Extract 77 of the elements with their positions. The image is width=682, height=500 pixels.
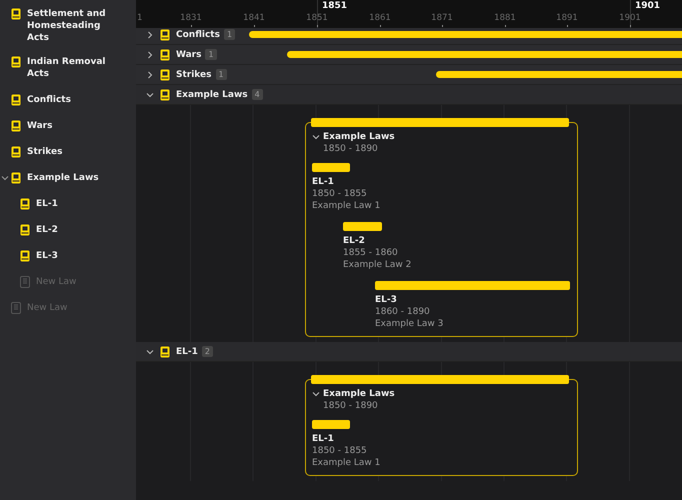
tick-label: 1831 xyxy=(180,13,202,23)
group-row[interactable]: Strikes 1 xyxy=(136,65,682,85)
count-badge: 1 xyxy=(224,29,236,40)
sidebar-item[interactable]: Example Laws xyxy=(0,172,136,198)
timeline-bar[interactable] xyxy=(287,51,682,58)
timeline-bar[interactable] xyxy=(311,118,569,127)
group-row[interactable]: Wars 1 xyxy=(136,45,682,65)
group-row[interactable]: EL-1 2 xyxy=(136,342,682,362)
timeline-bar[interactable] xyxy=(436,71,682,78)
sidebar-item[interactable]: Indian Removal Acts xyxy=(0,56,136,94)
event-title: EL-1 xyxy=(312,433,334,445)
event-description: Example Law 3 xyxy=(375,318,444,330)
sidebar-item[interactable]: Conflicts xyxy=(0,94,136,120)
tick-label: 1881 xyxy=(494,13,516,23)
book-icon xyxy=(160,48,170,60)
date-range: 1850 - 1890 xyxy=(323,143,379,155)
count-badge: 1 xyxy=(216,69,227,80)
timeline-bar[interactable] xyxy=(375,281,570,290)
chevron-down-icon[interactable] xyxy=(312,133,320,141)
sidebar-item[interactable]: EL-3 xyxy=(0,250,136,276)
sidebar-item[interactable]: EL-2 xyxy=(0,224,136,250)
major-tick-label: 1851 xyxy=(322,1,348,11)
event-title: EL-2 xyxy=(343,235,365,247)
tick-label: 1841 xyxy=(243,13,265,23)
card-title: Example Laws xyxy=(323,131,395,143)
book-icon xyxy=(11,8,21,20)
book-icon xyxy=(160,88,170,100)
card-title: Example Laws xyxy=(323,388,395,400)
book-icon xyxy=(11,302,21,314)
book-icon xyxy=(160,28,170,40)
book-icon xyxy=(160,68,170,80)
date-range: 1855 - 1860 xyxy=(343,247,398,259)
event-title: EL-1 xyxy=(312,176,334,188)
book-icon xyxy=(11,120,21,132)
group-label: Strikes xyxy=(176,70,212,80)
tick-label: 1871 xyxy=(431,13,453,23)
book-icon xyxy=(11,94,21,106)
date-range: 1860 - 1890 xyxy=(375,306,430,318)
event-description: Example Law 2 xyxy=(343,259,412,271)
count-badge: 1 xyxy=(205,49,217,60)
date-range: 1850 - 1855 xyxy=(312,445,367,457)
chevron-down-icon[interactable] xyxy=(312,390,320,398)
date-range: 1850 - 1890 xyxy=(323,400,379,412)
book-icon xyxy=(11,146,21,158)
group-row[interactable]: Example Laws 4 xyxy=(136,85,682,105)
book-icon xyxy=(20,198,30,210)
group-label: EL-1 xyxy=(176,346,198,356)
timeline-bar[interactable] xyxy=(343,222,382,231)
book-icon xyxy=(160,346,170,358)
tick-label: 1861 xyxy=(369,13,391,23)
sidebar-item[interactable]: Settlement and Homesteading Acts xyxy=(0,8,136,56)
book-icon xyxy=(20,250,30,262)
sidebar-item[interactable]: EL-1 xyxy=(0,198,136,224)
major-tick-label: 1901 xyxy=(635,1,660,11)
count-badge: 2 xyxy=(202,346,213,357)
tick-label: 1 xyxy=(137,13,142,23)
book-icon xyxy=(11,56,21,68)
event-description: Example Law 1 xyxy=(312,200,380,212)
tick-label: 1901 xyxy=(619,13,641,23)
event-description: Example Law 1 xyxy=(312,457,380,469)
tick-label: 1851 xyxy=(306,13,328,23)
book-icon xyxy=(20,224,30,236)
book-icon xyxy=(11,172,21,184)
group-label: Conflicts xyxy=(176,30,220,40)
group-label: Wars xyxy=(176,50,202,60)
timeline-bar[interactable] xyxy=(311,375,569,384)
sidebar-item[interactable]: Strikes xyxy=(0,146,136,172)
count-badge: 4 xyxy=(252,89,263,100)
book-icon xyxy=(20,276,30,288)
tick-label: 1891 xyxy=(556,13,578,23)
timeline-bar[interactable] xyxy=(312,163,350,172)
timeline-bar[interactable] xyxy=(312,420,350,429)
event-title: EL-3 xyxy=(375,294,397,306)
date-range: 1850 - 1855 xyxy=(312,188,367,200)
sidebar-item[interactable]: Wars xyxy=(0,120,136,146)
group-label: Example Laws xyxy=(176,90,248,100)
timeline-bar[interactable] xyxy=(249,31,682,38)
